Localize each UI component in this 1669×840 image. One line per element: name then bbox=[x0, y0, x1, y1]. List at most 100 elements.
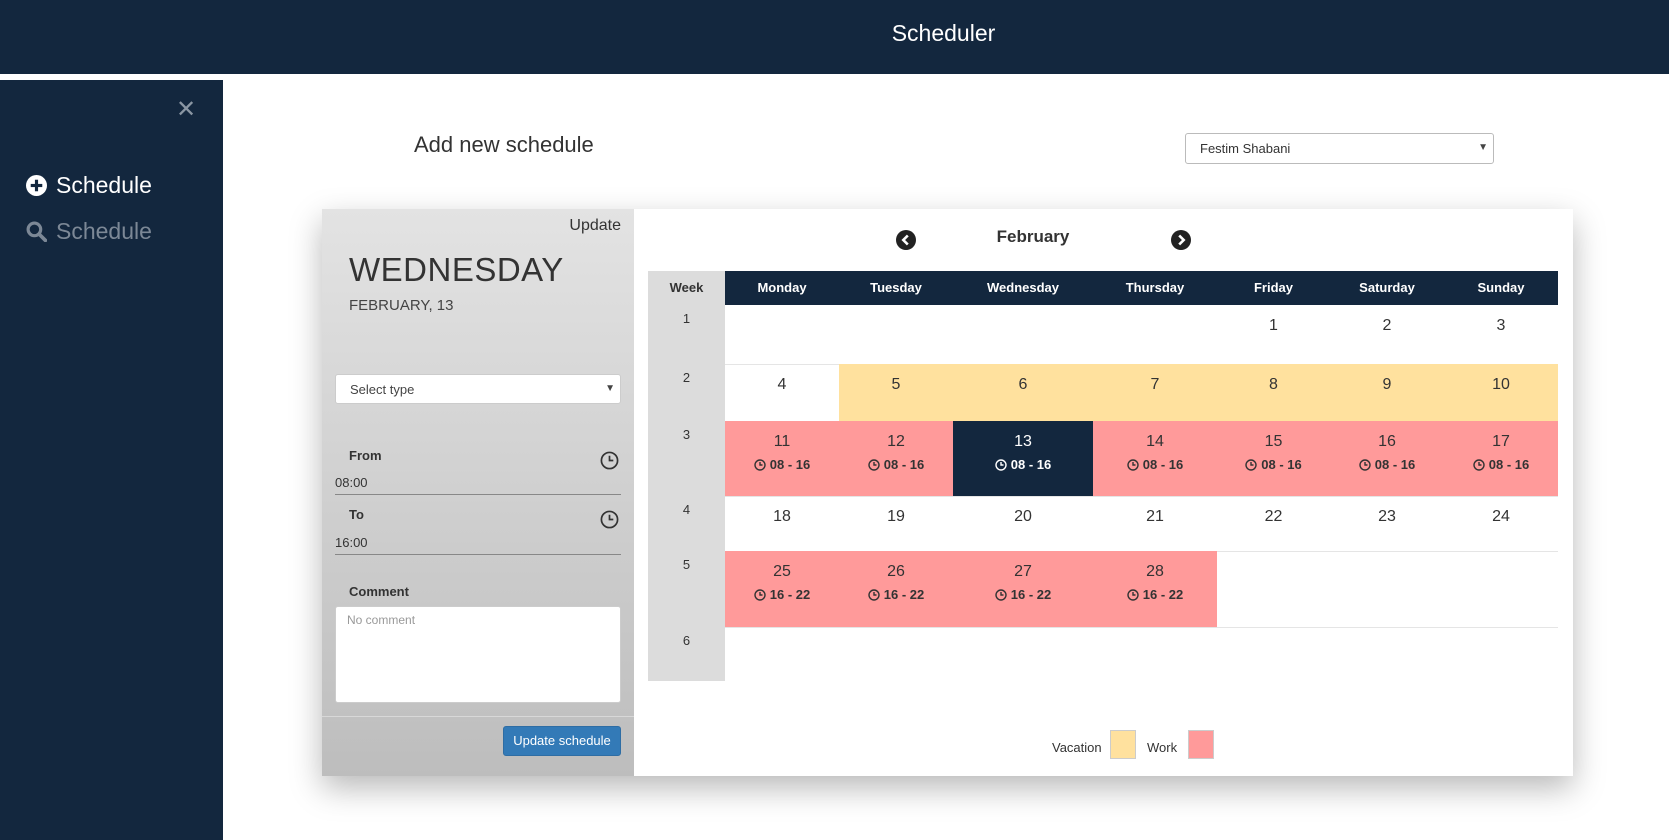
calendar-day-cell[interactable]: 23 bbox=[1330, 496, 1444, 551]
to-time-input[interactable]: 16:00 bbox=[335, 531, 621, 555]
clock-icon bbox=[995, 458, 1007, 471]
from-label: From bbox=[349, 448, 382, 463]
day-number: 23 bbox=[1378, 508, 1396, 525]
shift-hours-text: 08 - 16 bbox=[1142, 457, 1184, 472]
chevron-down-icon: ▼ bbox=[1478, 142, 1488, 153]
week-number: 3 bbox=[648, 421, 725, 496]
update-schedule-button[interactable]: Update schedule bbox=[503, 726, 621, 756]
week-number: 5 bbox=[648, 551, 725, 627]
calendar-day-cell[interactable]: 25 16 - 22 bbox=[725, 551, 839, 627]
panel-divider bbox=[322, 716, 634, 717]
calendar-day-cell[interactable]: 9 bbox=[1330, 364, 1444, 421]
legend-work-swatch bbox=[1188, 730, 1214, 759]
calendar-day-cell[interactable]: 17 08 - 16 bbox=[1444, 421, 1558, 496]
sidebar: ✕ Schedule Schedule bbox=[0, 80, 223, 840]
calendar-day-cell[interactable]: 13 08 - 16 bbox=[953, 421, 1093, 496]
user-select[interactable]: Festim Shabani ▼ bbox=[1185, 133, 1494, 164]
shift-hours-text: 08 - 16 bbox=[883, 457, 925, 472]
sidebar-item-label: Schedule bbox=[56, 218, 152, 244]
calendar-day-cell[interactable]: 28 16 - 22 bbox=[1093, 551, 1217, 627]
close-sidebar-icon[interactable]: ✕ bbox=[176, 98, 196, 122]
day-number: 28 bbox=[1146, 563, 1164, 580]
calendar-day-cell[interactable]: 5 bbox=[839, 364, 953, 421]
calendar-day-cell[interactable]: 27 16 - 22 bbox=[953, 551, 1093, 627]
calendar-day-cell[interactable]: 2 bbox=[1330, 305, 1444, 364]
clock-icon bbox=[754, 588, 766, 601]
day-header-wednesday: Wednesday bbox=[953, 271, 1093, 305]
shift-hours-text: 08 - 16 bbox=[1010, 457, 1052, 472]
calendar-day-cell[interactable]: 21 bbox=[1093, 496, 1217, 551]
calendar-day-cell[interactable]: 12 08 - 16 bbox=[839, 421, 953, 496]
comment-textarea[interactable]: No comment bbox=[335, 606, 621, 703]
sidebar-item-label: Schedule bbox=[56, 172, 152, 198]
calendar-day-cell[interactable]: 3 bbox=[1444, 305, 1558, 364]
day-number: 5 bbox=[891, 376, 901, 393]
clock-icon bbox=[1359, 458, 1371, 471]
update-link[interactable]: Update bbox=[569, 217, 621, 235]
shift-hours: 16 - 22 bbox=[1127, 587, 1183, 602]
to-label: To bbox=[349, 507, 364, 522]
calendar-day-cell[interactable]: 1 bbox=[1217, 305, 1330, 364]
clock-icon bbox=[995, 588, 1007, 601]
clock-icon[interactable] bbox=[600, 451, 619, 470]
clock-icon bbox=[868, 588, 880, 601]
calendar-day-cell[interactable]: 10 bbox=[1444, 364, 1558, 421]
calendar-day-cell[interactable]: 8 bbox=[1217, 364, 1330, 421]
day-header-saturday: Saturday bbox=[1330, 271, 1444, 305]
shift-hours-text: 16 - 22 bbox=[769, 587, 811, 602]
type-select[interactable]: Select type ▼ bbox=[335, 374, 621, 404]
day-number: 12 bbox=[887, 433, 905, 450]
day-number: 13 bbox=[1014, 433, 1032, 450]
day-number: 3 bbox=[1496, 317, 1506, 334]
from-time-input[interactable]: 08:00 bbox=[335, 471, 621, 495]
shift-hours-text: 16 - 22 bbox=[1010, 587, 1052, 602]
sidebar-item-add-schedule[interactable]: Schedule bbox=[26, 172, 152, 199]
selected-date: FEBRUARY, 13 bbox=[349, 297, 454, 314]
day-number: 25 bbox=[773, 563, 791, 580]
shift-hours: 08 - 16 bbox=[1245, 457, 1302, 472]
sidebar-item-search-schedule[interactable]: Schedule bbox=[26, 218, 152, 245]
clock-icon bbox=[754, 458, 766, 471]
calendar-day-cell[interactable]: 20 bbox=[953, 496, 1093, 551]
day-number: 14 bbox=[1146, 433, 1164, 450]
comment-label: Comment bbox=[349, 584, 409, 599]
next-month-icon[interactable] bbox=[1171, 230, 1191, 250]
page-title: Add new schedule bbox=[414, 132, 594, 157]
day-number: 7 bbox=[1150, 376, 1160, 393]
app-title: Scheduler bbox=[891, 20, 996, 46]
calendar-day-cell[interactable]: 19 bbox=[839, 496, 953, 551]
week-number: 6 bbox=[648, 627, 725, 681]
calendar-day-cell[interactable]: 4 bbox=[725, 364, 839, 421]
day-number: 17 bbox=[1492, 433, 1510, 450]
day-number: 16 bbox=[1378, 433, 1396, 450]
clock-icon bbox=[1127, 588, 1139, 601]
calendar-day-cell[interactable]: 7 bbox=[1093, 364, 1217, 421]
calendar-day-cell[interactable]: 18 bbox=[725, 496, 839, 551]
schedule-card: Update WEDNESDAY FEBRUARY, 13 Select typ… bbox=[322, 209, 1573, 776]
clock-icon bbox=[1127, 458, 1139, 471]
day-number: 24 bbox=[1492, 508, 1510, 525]
day-header-sunday: Sunday bbox=[1444, 271, 1558, 305]
calendar-day-cell[interactable]: 15 08 - 16 bbox=[1217, 421, 1330, 496]
shift-hours-text: 08 - 16 bbox=[1261, 457, 1302, 472]
day-number: 11 bbox=[773, 433, 791, 450]
calendar-day-cell[interactable]: 26 16 - 22 bbox=[839, 551, 953, 627]
selected-day-name: WEDNESDAY bbox=[349, 251, 564, 288]
day-number: 22 bbox=[1264, 508, 1283, 525]
calendar-day-cell[interactable]: 14 08 - 16 bbox=[1093, 421, 1217, 496]
calendar-day-cell[interactable]: 6 bbox=[953, 364, 1093, 421]
month-label: February bbox=[996, 227, 1070, 246]
day-number: 19 bbox=[887, 508, 905, 525]
calendar-day-cell[interactable]: 11 08 - 16 bbox=[725, 421, 839, 496]
search-icon bbox=[26, 221, 47, 242]
clock-icon bbox=[1245, 458, 1257, 471]
day-number: 2 bbox=[1382, 317, 1392, 334]
calendar-day-cell[interactable]: 16 08 - 16 bbox=[1330, 421, 1444, 496]
clock-icon[interactable] bbox=[600, 510, 619, 529]
calendar-day-cell[interactable]: 22 bbox=[1217, 496, 1330, 551]
calendar-day-cell[interactable]: 24 bbox=[1444, 496, 1558, 551]
day-header-tuesday: Tuesday bbox=[839, 271, 953, 305]
day-number: 6 bbox=[1018, 376, 1028, 393]
chevron-down-icon: ▼ bbox=[605, 383, 615, 394]
user-select-value: Festim Shabani bbox=[1200, 141, 1291, 156]
